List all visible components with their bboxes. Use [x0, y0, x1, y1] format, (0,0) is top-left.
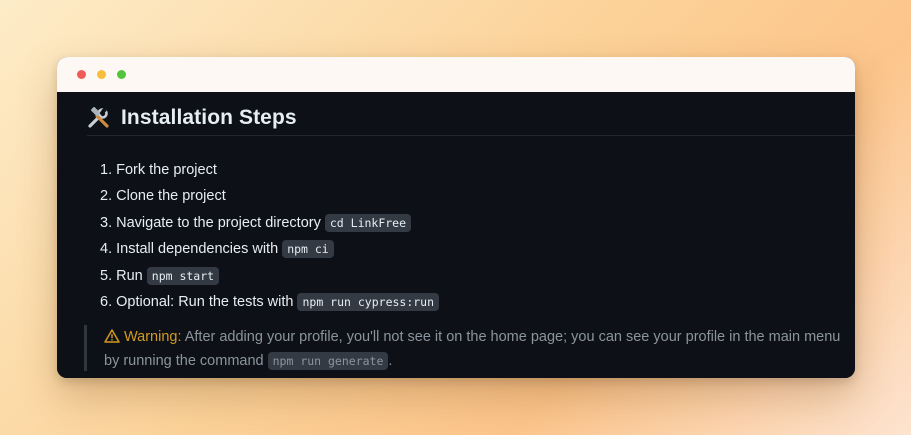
step-number: 6.: [100, 293, 113, 310]
close-window-button[interactable]: [77, 70, 86, 79]
step-text: Fork the project: [116, 162, 217, 178]
step-text: Run: [116, 267, 143, 284]
inline-code: cd LinkFree: [324, 213, 412, 232]
list-item: 4. Install dependencies with npm ci: [100, 236, 439, 262]
warning-end: .: [388, 353, 393, 369]
minimize-window-button[interactable]: [97, 70, 106, 79]
step-number: 5.: [100, 267, 113, 284]
step-text: Clone the project: [116, 188, 226, 205]
step-text: Optional: Run the tests with: [116, 293, 294, 310]
inline-code: npm start: [146, 266, 220, 285]
step-number: 4.: [100, 241, 113, 258]
inline-code: npm run generate: [267, 352, 389, 370]
page-title: Installation Steps: [121, 106, 297, 129]
markdown-content: Installation Steps 1. Fork the project 2…: [57, 92, 855, 378]
warning-icon: [104, 327, 120, 343]
step-text: Navigate to the project directory: [116, 214, 321, 231]
list-item: 2. Clone the project: [100, 183, 439, 209]
list-item: 5. Run npm start: [100, 263, 439, 289]
inline-code: npm ci: [282, 240, 334, 259]
title-bar: [57, 57, 855, 92]
installation-steps-list: 1. Fork the project 2. Clone the project…: [100, 157, 440, 315]
section-heading: Installation Steps: [87, 101, 855, 136]
list-item: 3. Navigate to the project directory cd …: [100, 210, 439, 236]
inline-code: npm run cypress:run: [297, 292, 440, 311]
warning-callout: Warning: After adding your profile, you'…: [84, 325, 844, 371]
hammer-and-wrench-icon: [87, 106, 111, 130]
step-number: 3.: [100, 214, 113, 231]
list-item: 1. Fork the project: [100, 157, 439, 183]
step-text: Install dependencies with: [116, 241, 279, 258]
maximize-window-button[interactable]: [117, 70, 126, 79]
step-number: 2.: [100, 188, 113, 205]
warning-title: Warning:: [124, 329, 182, 345]
list-item: 6. Optional: Run the tests with npm run …: [100, 289, 440, 315]
step-number: 1.: [100, 162, 113, 178]
warning-text: After adding your profile, you'll not se…: [104, 329, 841, 369]
app-window: Installation Steps 1. Fork the project 2…: [57, 57, 855, 378]
